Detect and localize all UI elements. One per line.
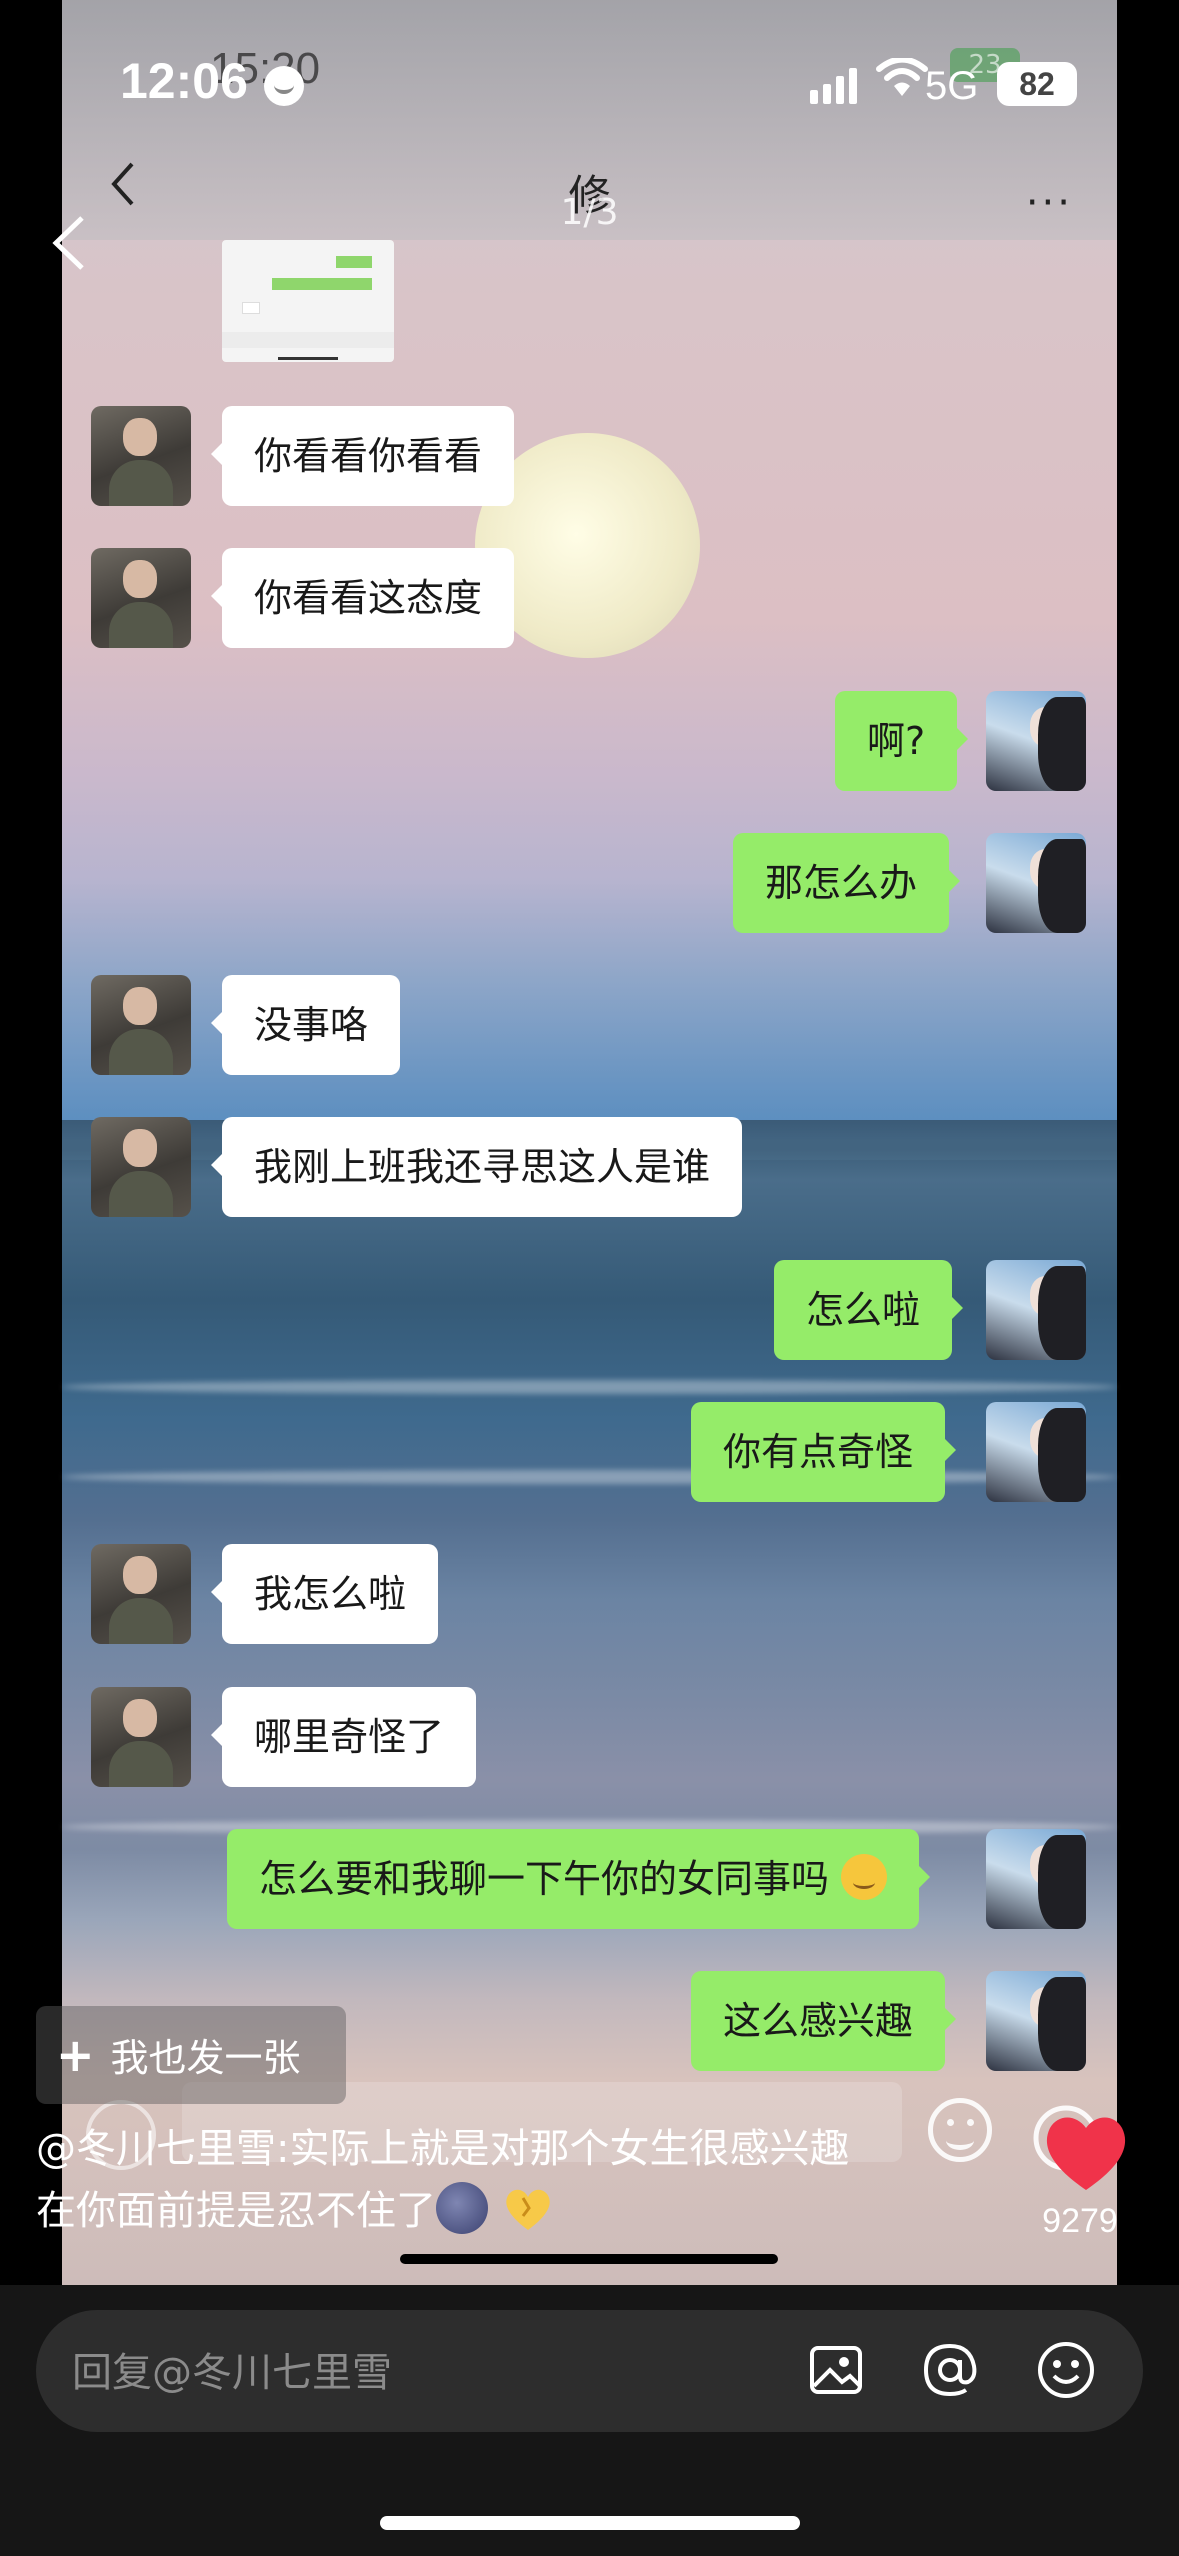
avatar bbox=[91, 975, 191, 1075]
network-type: 5G bbox=[925, 64, 979, 108]
post-one-too-button[interactable]: + 我也发一张 bbox=[36, 2006, 346, 2104]
reply-input[interactable]: 回复@冬川七里雪 bbox=[36, 2310, 1143, 2432]
avatar bbox=[986, 833, 1086, 933]
message-text: 怎么要和我聊一下午你的女同事吗 bbox=[259, 1857, 830, 1901]
message-bubble: 你看看你看看 bbox=[210, 406, 515, 506]
wifi-icon bbox=[876, 58, 928, 96]
yellow-heart-emoji-icon bbox=[506, 2189, 550, 2230]
moon-face-emoji-icon bbox=[436, 2182, 488, 2234]
at-icon[interactable] bbox=[918, 2338, 982, 2402]
home-indicator[interactable] bbox=[380, 2516, 800, 2530]
avatar bbox=[91, 406, 191, 506]
message-bubble: 啊? bbox=[835, 691, 969, 791]
avatar bbox=[986, 1971, 1086, 2071]
like-count: 9279 bbox=[1042, 2202, 1118, 2240]
comment-line-2-row: 在你面前提是忍不住了 bbox=[36, 2180, 1016, 2242]
message-bubble: 你有点奇怪 bbox=[691, 1402, 957, 1502]
message-bubble: 怎么啦 bbox=[774, 1260, 964, 1360]
message-bubble: 我刚上班我还寻思这人是谁 bbox=[210, 1117, 743, 1217]
message-bubble: 怎么要和我聊一下午你的女同事吗 bbox=[227, 1829, 931, 1929]
message-bubble: 你看看这态度 bbox=[210, 548, 515, 648]
message-bubble: 这么感兴趣 bbox=[691, 1971, 957, 2071]
message-bubble: 哪里奇怪了 bbox=[210, 1687, 477, 1787]
smiley-icon[interactable] bbox=[1034, 2338, 1098, 2402]
page-indicator: 1/3 bbox=[560, 192, 619, 233]
message-bubble: 没事咯 bbox=[210, 975, 401, 1075]
reply-placeholder: 回复@冬川七里雪 bbox=[72, 2350, 392, 2396]
heart-icon[interactable] bbox=[1028, 2098, 1128, 2198]
avatar bbox=[986, 691, 1086, 791]
wave-decoration bbox=[62, 1380, 1117, 1394]
avatar bbox=[91, 548, 191, 648]
signal-icon bbox=[810, 68, 857, 104]
message-bubble: 我怎么啦 bbox=[210, 1544, 439, 1644]
post-button-label: 我也发一张 bbox=[110, 2036, 301, 2080]
avatar bbox=[91, 1544, 191, 1644]
nested-screenshot-thumbnail bbox=[222, 240, 394, 362]
avatar bbox=[91, 1687, 191, 1787]
gallery-scrubber[interactable] bbox=[400, 2254, 778, 2264]
back-button[interactable] bbox=[46, 212, 90, 274]
avatar bbox=[986, 1402, 1086, 1502]
avatar bbox=[986, 1829, 1086, 1929]
comment-line-2: 在你面前提是忍不住了 bbox=[36, 2188, 436, 2234]
status-bar: 15:20 12:06 23 5G 82 bbox=[0, 0, 1179, 170]
message-bubble: 那怎么办 bbox=[733, 833, 961, 933]
status-time: 12:06 bbox=[120, 53, 248, 109]
emoji-react-icon[interactable] bbox=[928, 2098, 992, 2162]
comment-line-1: @冬川七里雪:实际上就是对那个女生很感兴趣 bbox=[36, 2126, 850, 2172]
plus-icon: + bbox=[56, 2028, 95, 2082]
focus-icon bbox=[264, 66, 304, 106]
image-icon[interactable] bbox=[804, 2338, 868, 2402]
battery-indicator: 82 bbox=[997, 62, 1077, 106]
avatar bbox=[91, 1117, 191, 1217]
avatar bbox=[986, 1260, 1086, 1360]
comment-caption: @冬川七里雪:实际上就是对那个女生很感兴趣 在你面前提是忍不住了 bbox=[36, 2118, 1016, 2242]
smile-emoji-icon bbox=[841, 1854, 888, 1900]
wave-decoration bbox=[62, 1470, 1117, 1484]
